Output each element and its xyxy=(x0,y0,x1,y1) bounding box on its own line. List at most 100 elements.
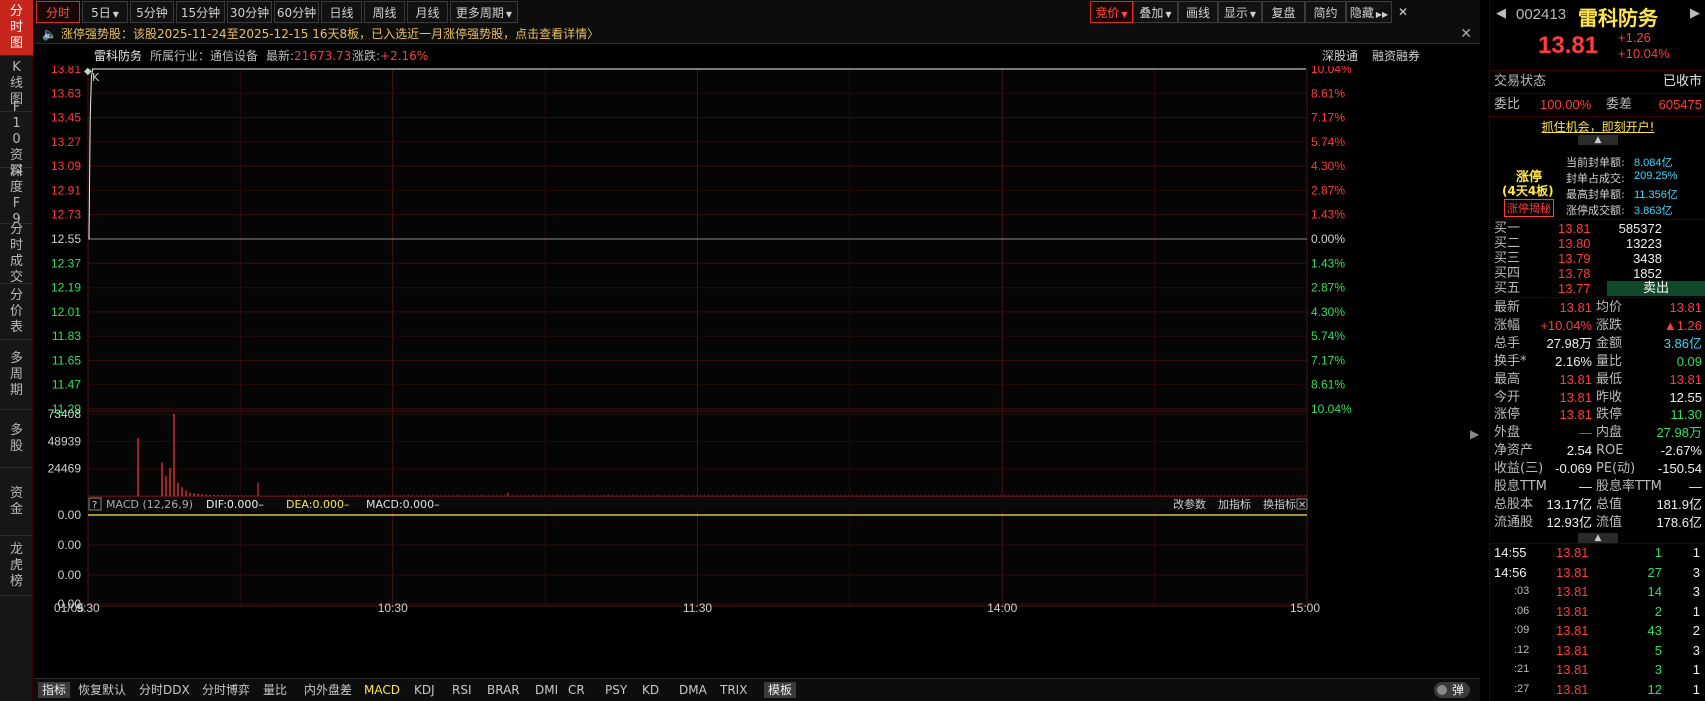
indicator-tab-15[interactable]: TRIX xyxy=(720,682,747,698)
period-btn-0[interactable]: 分时 xyxy=(36,1,80,23)
limit-up-info-bar[interactable]: 🔈 涨停强势股：该股2025-11-24至2025-12-15 16天8板，已入选… xyxy=(34,24,1480,44)
tick-time: 14:55 xyxy=(1494,545,1527,560)
indicator-tab-5[interactable]: 内外盘差 xyxy=(304,682,352,698)
macd-link-switch[interactable]: 换指标 xyxy=(1263,497,1296,511)
tick-price: 13.81 xyxy=(1556,603,1589,619)
toolbar-btn-label: 叠加 xyxy=(1139,6,1164,20)
stat-label: 股息TTM xyxy=(1494,479,1547,494)
sidebar-tab-2[interactable]: F10资料 xyxy=(0,100,33,179)
tick-count: 3 xyxy=(1692,584,1700,599)
chevron-down-icon: ▼ xyxy=(1121,10,1128,19)
indicator-tab-12[interactable]: PSY xyxy=(605,682,627,698)
sell-button[interactable]: 卖出 xyxy=(1607,281,1705,296)
period-btn-9[interactable]: 更多周期 ▼ xyxy=(450,1,518,23)
indicator-tab-11[interactable]: CR xyxy=(568,682,585,698)
period-btn-2[interactable]: 5分钟 xyxy=(130,1,174,23)
indicator-tab-1[interactable]: 恢复默认 xyxy=(78,682,126,698)
limit-line-label: 封单占成交: xyxy=(1566,172,1625,185)
close-icon[interactable]: ✕ xyxy=(1460,24,1472,44)
indicator-tab-13[interactable]: KD xyxy=(642,682,659,698)
indicator-tab-4[interactable]: 量比 xyxy=(263,682,287,698)
indicator-tab-16[interactable]: 模板 xyxy=(764,682,797,698)
weicha-value: 605475 xyxy=(1658,97,1702,112)
price-axis-label: 13.45 xyxy=(51,111,81,125)
stat-value: 27.98万 xyxy=(1546,335,1592,351)
indicator-tab-10[interactable]: DMI xyxy=(535,682,558,698)
pct-axis-label: 8.61% xyxy=(1311,86,1345,100)
macd-title[interactable]: MACD (12,26,9) xyxy=(106,498,193,511)
link-margin-trading[interactable]: 融资融券 xyxy=(1372,49,1420,63)
pct-axis-label: 5.74% xyxy=(1311,329,1345,343)
info-bar-text[interactable]: 涨停强势股：该股2025-11-24至2025-12-15 16天8板，已入选近… xyxy=(61,27,599,41)
limit-line-label: 当前封单额: xyxy=(1566,156,1625,169)
tick-volume: 12 xyxy=(1647,681,1662,697)
tick-row: :21 13.81 3 1 xyxy=(1490,660,1705,679)
sidebar-tab-8[interactable]: 资金 xyxy=(0,468,33,536)
collapse-arrow-icon[interactable]: ▶ xyxy=(1470,427,1480,441)
period-btn-3[interactable]: 15分钟 xyxy=(176,1,225,23)
time-axis-label: 14:00 xyxy=(987,601,1017,615)
indicator-tab-7[interactable]: KDJ xyxy=(414,682,435,698)
limit-reveal-tag[interactable]: 涨停揭秘 xyxy=(1504,199,1554,217)
toolbar-right-btn-3[interactable]: 显示 ▼ xyxy=(1218,1,1262,23)
indicator-tab-6[interactable]: MACD xyxy=(364,682,400,698)
open-account-link[interactable]: 抓住机会，即刻开户! xyxy=(1490,118,1705,135)
toolbar-right-btn-0[interactable]: 竞价 ▼ xyxy=(1090,1,1133,23)
period-label: 60分钟 xyxy=(276,6,317,20)
tick-row: :12 13.81 5 3 xyxy=(1490,641,1705,660)
tick-row: :06 13.81 2 1 xyxy=(1490,602,1705,621)
period-btn-8[interactable]: 月线 xyxy=(407,1,448,23)
period-btn-5[interactable]: 60分钟 xyxy=(274,1,319,23)
stat-label: 涨幅 xyxy=(1494,317,1521,333)
period-btn-4[interactable]: 30分钟 xyxy=(227,1,272,23)
macd-link-params[interactable]: 改参数 xyxy=(1173,497,1206,511)
price-axis-label: 13.27 xyxy=(51,135,81,149)
indicator-tab-2[interactable]: 分时DDX xyxy=(139,682,190,698)
pct-axis-label: 4.30% xyxy=(1311,159,1345,173)
stock-change-pct: +10.04% xyxy=(1618,46,1670,61)
sidebar-tab-7[interactable]: 多股 xyxy=(0,410,33,468)
close-icon[interactable]: ✕ xyxy=(1392,1,1414,23)
stat-row: 总手 27.98万 金额 3.86亿 xyxy=(1490,335,1705,353)
prev-stock-icon[interactable]: ◀ xyxy=(1496,6,1506,21)
tick-time: :27 xyxy=(1514,682,1530,695)
bid-label: 买四 xyxy=(1494,266,1521,281)
period-btn-7[interactable]: 周线 xyxy=(364,1,405,23)
link-shenzhen-connect[interactable]: 深股通 xyxy=(1322,49,1358,63)
toggle-label: 弹 xyxy=(1452,683,1465,697)
sidebar-tab-3[interactable]: 深度F9 xyxy=(0,164,33,227)
pct-axis-label: 5.74% xyxy=(1311,135,1345,149)
period-label: 日线 xyxy=(329,6,354,20)
stat-value: 13.17亿 xyxy=(1546,496,1592,512)
stat-label: 总值 xyxy=(1596,496,1623,512)
intraday-chart[interactable]: 13.81 10.04% 13.63 8.61% 13.45 7.17% 13.27 5.74… xyxy=(34,66,1480,674)
period-btn-6[interactable]: 日线 xyxy=(321,1,362,23)
indicator-tab-9[interactable]: BRAR xyxy=(487,682,520,698)
sidebar-tab-5[interactable]: 分价表 xyxy=(0,284,33,340)
tick-volume: 5 xyxy=(1654,642,1662,658)
toolbar-right-btn-6[interactable]: 隐藏 ▶▶ xyxy=(1346,1,1392,23)
collapse-up-icon[interactable]: ▲ xyxy=(1578,135,1618,145)
next-stock-icon[interactable]: ▶ xyxy=(1690,6,1700,21)
sidebar-tab-0[interactable]: 分时图 xyxy=(0,0,33,56)
indicator-tab-8[interactable]: RSI xyxy=(452,682,472,698)
sidebar-tab-6[interactable]: 多周期 xyxy=(0,340,33,410)
price-axis-label: 12.19 xyxy=(51,281,81,295)
period-btn-1[interactable]: 5日 ▼ xyxy=(82,1,128,23)
sidebar-tab-4[interactable]: 分时成交 xyxy=(0,222,33,285)
indicator-tab-14[interactable]: DMA xyxy=(679,682,707,698)
indicator-tab-0[interactable]: 指标 xyxy=(38,682,71,698)
stat-value: 13.81 xyxy=(1669,300,1702,315)
sidebar-tab-9[interactable]: 龙虎榜 xyxy=(0,536,33,596)
toolbar-right-btn-4[interactable]: 复盘 xyxy=(1262,1,1305,23)
toolbar-right-btn-2[interactable]: 画线 xyxy=(1178,1,1218,23)
close-glyph: ✕ xyxy=(1298,500,1306,511)
index-change-value: +2.16% xyxy=(380,49,429,63)
toolbar-right-btn-5[interactable]: 简约 xyxy=(1305,1,1346,23)
macd-link-add[interactable]: 加指标 xyxy=(1218,497,1251,511)
popup-toggle[interactable]: 弹 xyxy=(1434,682,1471,698)
limit-sub: (4天4板) xyxy=(1502,184,1554,198)
collapse-up-icon[interactable]: ▲ xyxy=(1578,533,1618,543)
toolbar-right-btn-1[interactable]: 叠加 ▼ xyxy=(1133,1,1178,23)
indicator-tab-3[interactable]: 分时博弈 xyxy=(202,682,250,698)
